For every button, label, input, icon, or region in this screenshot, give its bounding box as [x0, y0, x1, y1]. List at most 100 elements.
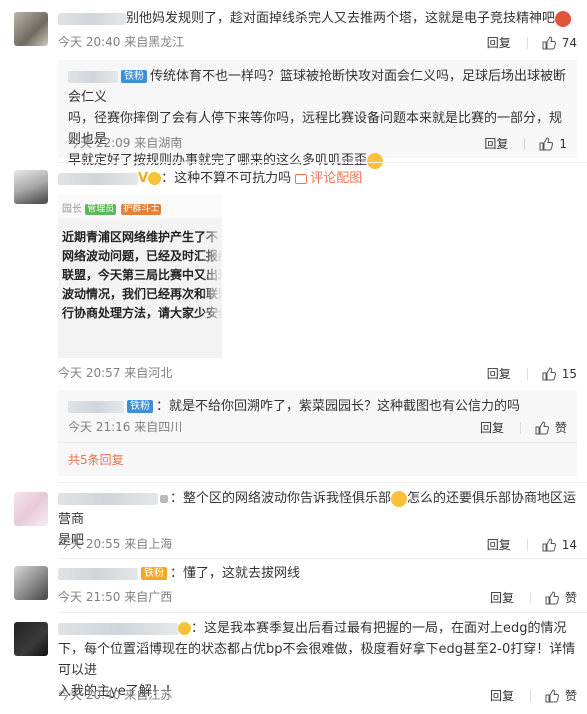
comment-content: 下，每个位置滔博现在的状态都占优bp不会很难做，极度看好拿下edg甚至2-0打穿… [58, 642, 576, 678]
comment-content: 这是我本赛季复出后看过最有把握的一局，在面对上edg的情况 [204, 621, 567, 636]
image-text: 近期青浦区网络维护产生了不 网络波动问题，已经及时汇报约 联盟，今天第三局比赛中… [62, 228, 222, 323]
comment-actions: 回复 15 [487, 365, 577, 382]
like-count: 15 [561, 366, 577, 381]
reply-button[interactable]: 回复 [490, 589, 514, 606]
divider [524, 137, 526, 150]
divider [58, 612, 587, 613]
image-tag: 管理员 [85, 203, 117, 215]
divider [526, 538, 528, 551]
image-line: 网络波动问题，已经及时汇报约 [62, 249, 222, 263]
like-count: 14 [561, 537, 577, 552]
reply-button[interactable]: 回复 [484, 135, 508, 152]
username[interactable] [58, 567, 138, 580]
username[interactable] [58, 622, 178, 635]
avatar[interactable] [14, 170, 48, 204]
like-icon[interactable] [545, 688, 559, 703]
like-icon[interactable] [535, 420, 549, 435]
reply-button[interactable]: 回复 [487, 365, 511, 382]
image-line: 联盟，今天第三局比赛中又出现 [62, 268, 222, 282]
fan-badge: 铁粉 [127, 400, 153, 413]
emoji-icon [178, 622, 191, 635]
reply-meta: 今天 21:16 来自四川 [68, 420, 183, 434]
reply-text: 铁粉 ：就是不给你回溯咋了，紫菜园园长？这种截图也有公信力的吗 [68, 396, 567, 417]
like-label: 赞 [564, 689, 577, 703]
divider [529, 689, 531, 702]
badge-icon [160, 494, 168, 503]
comment-content: 懂了，这就去拔网线 [183, 566, 301, 581]
comment-meta: 今天 20:40 来自江苏 [58, 688, 173, 702]
divider [58, 558, 587, 559]
reply-line: 早就定好了按规则办事就完了哪来的这么多叽叽歪歪 [68, 153, 368, 168]
image-header-label: 园长 [62, 204, 82, 215]
reply-button[interactable]: 回复 [487, 34, 511, 51]
comment-meta: 今天 20:40 来自黑龙江 [58, 35, 185, 49]
comment-content: 别他妈发规则了，趁对面掉线杀完人又去推两个塔，这就是电子竞技精神吧 [126, 11, 556, 26]
divider [58, 162, 587, 163]
image-fade [202, 218, 222, 358]
comment-meta: 今天 21:50 来自广西 [58, 590, 173, 604]
like-icon[interactable] [542, 537, 556, 552]
comment-meta: 今天 20:57 来自河北 [58, 366, 173, 380]
fan-badge: 铁粉 [141, 567, 167, 580]
reply-line: 就是不给你回溯咋了，紫菜园园长？这种截图也有公信力的吗 [169, 399, 521, 414]
like-count: 74 [561, 35, 577, 50]
vip-icon: V [138, 171, 149, 186]
avatar[interactable] [14, 566, 48, 600]
comment-text: 铁粉 ：懂了，这就去拔网线 [58, 563, 577, 584]
username[interactable] [58, 492, 158, 505]
reply-box: 铁粉 传统体育不也一样吗？篮球被抢断快攻对面会仁义吗，足球后场出球被断会仁义 吗，… [58, 60, 577, 169]
like-count: 1 [559, 136, 567, 151]
divider [526, 36, 528, 49]
comment-actions: 回复 赞 [490, 687, 577, 704]
divider [519, 421, 521, 434]
comment-meta: 今天 20:55 来自上海 [58, 537, 173, 551]
emoji-icon [148, 172, 162, 185]
more-replies-link[interactable]: 共5条回复 [68, 451, 124, 468]
divider [58, 442, 577, 443]
reply-button[interactable]: 回复 [490, 687, 514, 704]
comment-content: 这种不算不可抗力吗 [174, 171, 292, 186]
divider [529, 591, 531, 604]
image-line: 行协商处理方法，请大家少安毋 [62, 306, 222, 320]
reply-actions: 回复 1 [484, 135, 567, 152]
like-label: 赞 [564, 591, 577, 605]
comment-actions: 回复 14 [487, 536, 577, 553]
comment-image-link[interactable]: 评论配图 [295, 171, 362, 186]
reply-box: 铁粉 ：就是不给你回溯咋了，紫菜园园长？这种截图也有公信力的吗 今天 21:16 … [58, 390, 577, 476]
emoji-icon [555, 10, 572, 27]
avatar[interactable] [14, 622, 48, 656]
divider [526, 367, 528, 380]
username[interactable] [58, 172, 138, 185]
reply-text: 铁粉 传统体育不也一样吗？篮球被抢断快攻对面会仁义吗，足球后场出球被断会仁义 吗，… [68, 66, 567, 171]
emoji-icon [391, 490, 408, 507]
reply-button[interactable]: 回复 [487, 536, 511, 553]
reply-button[interactable]: 回复 [480, 419, 504, 436]
reply-meta: 今天 22:09 来自湖南 [68, 136, 183, 150]
divider [58, 482, 587, 483]
reply-actions: 回复 赞 [480, 419, 567, 436]
avatar[interactable] [14, 12, 48, 46]
comment-actions: 回复 74 [487, 34, 577, 51]
like-icon[interactable] [542, 366, 556, 381]
comment-image[interactable]: 园长 管理员 护群斗士 近期青浦区网络维护产生了不 网络波动问题，已经及时汇报约… [58, 194, 222, 358]
image-tag: 护群斗士 [121, 203, 162, 215]
image-link-label: 评论配图 [310, 171, 363, 186]
fan-badge: 铁粉 [121, 70, 147, 83]
image-header: 园长 管理员 护群斗士 [58, 194, 222, 218]
like-icon[interactable] [545, 590, 559, 605]
comment-content: 整个区的网络波动你告诉我怪俱乐部 [183, 491, 392, 506]
comment-text: 别他妈发规则了，趁对面掉线杀完人又去推两个塔，这就是电子竞技精神吧 [58, 8, 577, 29]
image-icon [295, 173, 308, 184]
username[interactable] [68, 70, 118, 83]
comment-actions: 回复 赞 [490, 589, 577, 606]
like-count: 赞 [554, 421, 567, 435]
emoji-icon [367, 152, 384, 169]
username[interactable] [58, 12, 126, 25]
like-icon[interactable] [542, 35, 556, 50]
comment-text: V ：这种不算不可抗力吗 评论配图 [58, 168, 577, 189]
like-icon[interactable] [539, 136, 554, 151]
image-line: 波动情况，我们已经再次和联盟 [62, 287, 222, 301]
username[interactable] [68, 400, 124, 413]
comment-list: 别他妈发规则了，趁对面掉线杀完人又去推两个塔，这就是电子竞技精神吧 今天 20:… [0, 0, 587, 714]
avatar[interactable] [14, 492, 48, 526]
